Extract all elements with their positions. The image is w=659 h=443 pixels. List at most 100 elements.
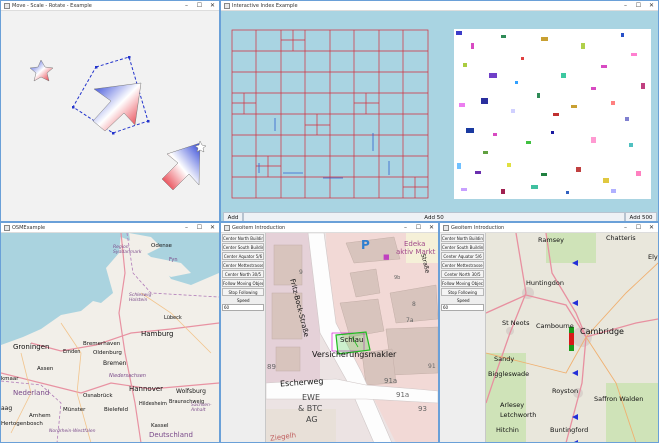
minimize-icon[interactable]: – (619, 2, 632, 9)
map-label: 89 (267, 363, 276, 371)
add-500-button[interactable]: Add 500 (625, 212, 657, 221)
map-label: Schlau (340, 336, 364, 344)
map-label: 93 (418, 405, 427, 413)
speed-input[interactable]: 60 (441, 304, 484, 311)
regional-map[interactable]: Ramsey Chatteris Ely Huntingdon St Neots… (486, 233, 658, 442)
center-south-building-button[interactable]: Center South Building (441, 243, 484, 251)
window-title: Geoitem Introduction (451, 224, 505, 231)
map-label: Schleswig-Holstein (129, 293, 153, 303)
stop-following-button[interactable]: Stop Following (222, 288, 264, 296)
minimize-icon[interactable]: – (399, 224, 412, 231)
window-title: OSMExample (12, 224, 46, 231)
maximize-icon[interactable]: ☐ (193, 2, 206, 9)
map-label: aag (1, 405, 13, 412)
map-label: Münster (63, 407, 86, 413)
map-label: 9 (299, 269, 303, 276)
map-label: Kassel (151, 423, 169, 429)
center-aquator-button[interactable]: Center Aquator 5/6 (222, 252, 264, 260)
map-label: Bremen (103, 360, 127, 367)
map-label: Niedersachsen (109, 373, 146, 379)
maximize-icon[interactable]: ☐ (193, 224, 206, 231)
map-label: 91a (384, 377, 398, 385)
map-label: Saffron Walden (594, 395, 644, 403)
map-label: AG (306, 415, 318, 424)
window-interactive-index: Interactive Index Example – ☐ ✕ Add Add … (220, 0, 659, 222)
map-label: Hitchin (496, 426, 519, 434)
center-aquator-button[interactable]: Center Aquator 5/6 (441, 252, 484, 260)
center-mettestrasse-button[interactable]: Center Mettestrasse 10/6 (222, 261, 264, 269)
map-label: Nederland (13, 389, 50, 397)
map-label: Wolfsburg (176, 388, 206, 395)
quadtree-panel[interactable] (223, 13, 439, 210)
minimize-icon[interactable]: – (180, 2, 193, 9)
speed-input[interactable]: 60 (222, 304, 264, 311)
map-label: EWE (302, 393, 321, 402)
star-shape[interactable] (29, 59, 54, 82)
maximize-icon[interactable]: ☐ (632, 224, 645, 231)
add-button[interactable]: Add (223, 212, 243, 221)
center-north-30-button[interactable]: Center North 30/5 (222, 270, 264, 278)
map-label: Sandy (494, 355, 515, 363)
shape-canvas[interactable] (1, 11, 219, 221)
center-north-building-button[interactable]: Center North Building (441, 234, 484, 242)
maximize-icon[interactable]: ☐ (412, 224, 425, 231)
window-osm-example: OSMExample – ☐ ✕ Odense Fyn Region Sydda… (0, 222, 220, 443)
map-label: Lübeck (164, 315, 182, 321)
title-bar[interactable]: Geoitem Introduction – ☐ ✕ (221, 223, 438, 233)
map-label: Hamburg (141, 330, 174, 338)
map-label: Letchworth (500, 411, 537, 419)
street-map[interactable]: P ■ Edeka aktiv Markt Fritz-Bock-Straße … (266, 233, 438, 442)
map-label: 9b (394, 275, 401, 281)
map-label: Deutschland (149, 431, 193, 439)
title-bar[interactable]: Geoitem Introduction – ☐ ✕ (440, 223, 658, 233)
map-label: Ramsey (538, 236, 564, 244)
map-label: Odense (151, 243, 172, 249)
map-label: Osnabrück (83, 393, 113, 399)
center-north-30-button[interactable]: Center North 30/5 (441, 270, 484, 278)
close-icon[interactable]: ✕ (206, 2, 219, 9)
close-icon[interactable]: ✕ (206, 224, 219, 231)
osm-map[interactable]: Odense Fyn Region Syddanmark Schleswig-H… (1, 233, 219, 442)
map-label: kmaar (1, 376, 19, 382)
map-label: Arnhem (29, 413, 51, 419)
map-label: Oldenburg (93, 350, 122, 356)
title-bar[interactable]: Move - Scale - Rotate - Example – ☐ ✕ (1, 1, 219, 11)
arrow-shape-selected[interactable] (92, 82, 142, 132)
window-move-scale-rotate: Move - Scale - Rotate - Example – ☐ ✕ (0, 0, 220, 222)
control-panel: Center North Building Center South Build… (440, 233, 486, 442)
map-label: Huntingdon (526, 279, 564, 287)
center-south-building-button[interactable]: Center South Building (222, 243, 264, 251)
map-label: Versicherungsmakler (312, 350, 397, 359)
map-label: Sachsen-Anhalt (191, 403, 212, 413)
maximize-icon[interactable]: ☐ (632, 2, 645, 9)
speed-label: Speed (457, 298, 470, 303)
map-label: Chatteris (606, 234, 636, 242)
follow-moving-object-button[interactable]: Follow Moving Object (222, 279, 264, 287)
map-label: & BTC (298, 404, 323, 413)
arrow-shape[interactable] (161, 142, 201, 191)
map-label: 91 (428, 363, 436, 370)
add-50-button[interactable]: Add 50 (243, 212, 625, 221)
title-bar[interactable]: Interactive Index Example – ☐ ✕ (221, 1, 658, 11)
stop-following-button[interactable]: Stop Following (441, 288, 484, 296)
minimize-icon[interactable]: – (180, 224, 193, 231)
center-north-building-button[interactable]: Center North Building (222, 234, 264, 242)
control-panel: Center North Building Center South Build… (221, 233, 266, 442)
title-bar[interactable]: OSMExample – ☐ ✕ (1, 223, 219, 233)
map-label: Emden (63, 349, 81, 355)
close-icon[interactable]: ✕ (645, 2, 658, 9)
map-label: Fyn (169, 257, 178, 263)
center-mettestrasse-button[interactable]: Center Mettestrasse 10/6 (441, 261, 484, 269)
java-icon (443, 224, 449, 231)
map-label: Ely (648, 253, 658, 261)
window-title: Interactive Index Example (232, 2, 298, 9)
close-icon[interactable]: ✕ (645, 224, 658, 231)
map-label: Buntingford (550, 426, 589, 434)
map-label: Region Syddanmark (113, 245, 142, 255)
minimize-icon[interactable]: – (619, 224, 632, 231)
random-rects-panel[interactable] (441, 13, 657, 210)
follow-moving-object-button[interactable]: Follow Moving Object (441, 279, 484, 287)
map-label: Hildesheim (139, 401, 167, 407)
close-icon[interactable]: ✕ (425, 224, 438, 231)
map-label: Assen (37, 366, 54, 372)
